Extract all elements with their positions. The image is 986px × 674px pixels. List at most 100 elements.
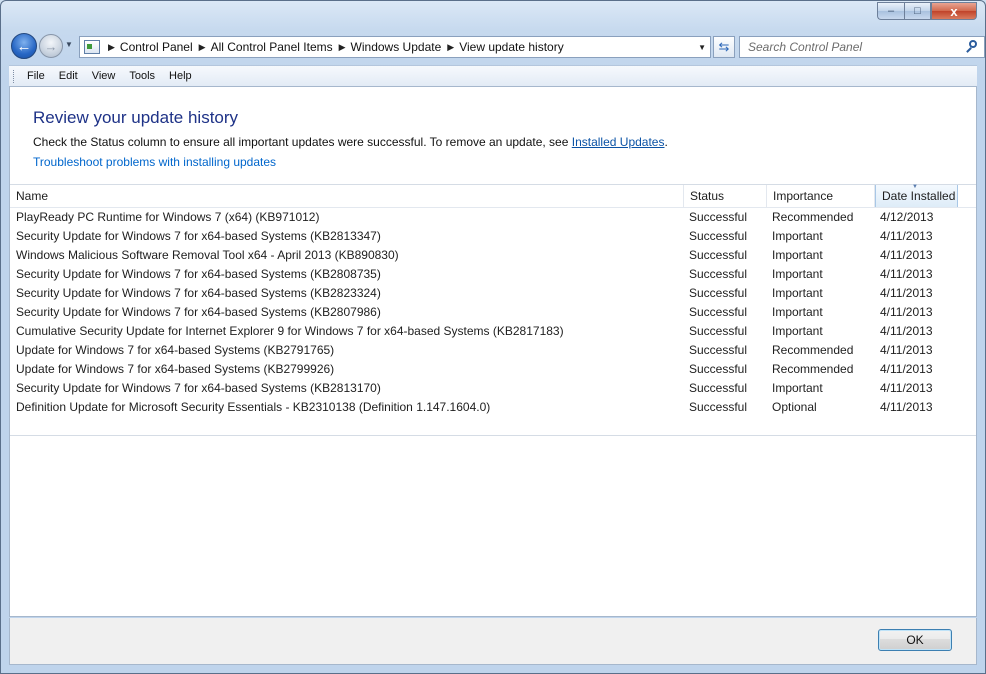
cell-status: Successful <box>689 286 748 300</box>
breadcrumb-all-control-panel-items[interactable]: All Control Panel Items <box>211 40 333 54</box>
list-header: Name Status Importance ▼ Date Installed <box>10 184 976 208</box>
cell-name: Windows Malicious Software Removal Tool … <box>16 248 399 262</box>
cell-name: Update for Windows 7 for x64-based Syste… <box>16 343 335 357</box>
cell-date: 4/11/2013 <box>880 286 933 300</box>
search-box <box>739 36 985 58</box>
breadcrumb-control-panel[interactable]: Control Panel <box>120 40 193 54</box>
cell-status: Successful <box>689 305 748 319</box>
cell-status: Successful <box>689 248 748 262</box>
cell-status: Successful <box>689 229 748 243</box>
column-header-status[interactable]: Status <box>684 185 767 207</box>
cell-date: 4/11/2013 <box>880 267 933 281</box>
table-row[interactable]: Security Update for Windows 7 for x64-ba… <box>10 284 976 303</box>
table-row[interactable]: Security Update for Windows 7 for x64-ba… <box>10 265 976 284</box>
cell-date: 4/11/2013 <box>880 362 933 376</box>
cell-status: Successful <box>689 210 748 224</box>
page-title: Review your update history <box>33 108 239 127</box>
ok-button[interactable]: OK <box>878 629 952 651</box>
table-row[interactable]: Security Update for Windows 7 for x64-ba… <box>10 303 976 322</box>
content-pane: Review your update history Check the Sta… <box>9 86 977 617</box>
column-header-date-installed[interactable]: ▼ Date Installed <box>875 184 958 207</box>
cell-date: 4/12/2013 <box>880 210 934 224</box>
cell-importance: Important <box>772 324 823 338</box>
cell-status: Successful <box>689 343 748 357</box>
cell-name: Security Update for Windows 7 for x64-ba… <box>16 229 381 243</box>
recent-pages-dropdown[interactable]: ▼ <box>65 40 75 52</box>
menu-file[interactable]: File <box>27 70 45 82</box>
forward-button[interactable]: → <box>39 34 63 58</box>
cell-importance: Important <box>772 286 823 300</box>
cell-name: Cumulative Security Update for Internet … <box>16 324 564 338</box>
table-row[interactable]: Update for Windows 7 for x64-based Syste… <box>10 360 976 379</box>
page-description: Check the Status column to ensure all im… <box>33 135 668 149</box>
arrow-right-icon: → <box>44 38 58 54</box>
cell-name: Definition Update for Microsoft Security… <box>16 400 491 414</box>
cell-date: 4/11/2013 <box>880 343 933 357</box>
arrow-left-icon: ← <box>16 37 32 55</box>
table-row[interactable]: Security Update for Windows 7 for x64-ba… <box>10 227 976 246</box>
description-end: . <box>664 135 668 149</box>
cell-date: 4/11/2013 <box>880 324 933 338</box>
refresh-icon: ⇆ <box>718 39 730 54</box>
cell-importance: Optional <box>772 400 817 414</box>
cell-status: Successful <box>689 324 748 338</box>
breadcrumb-windows-update[interactable]: Windows Update <box>351 40 442 54</box>
close-button[interactable]: x <box>931 2 977 20</box>
cell-importance: Recommended <box>772 210 854 224</box>
cell-name: PlayReady PC Runtime for Windows 7 (x64)… <box>16 210 320 224</box>
cell-status: Successful <box>689 362 748 376</box>
column-header-date-label: Date Installed <box>882 189 956 203</box>
update-history-window: – □ x ← → ▼ ▶ Control Panel ▶ All Contro… <box>0 0 986 674</box>
table-row[interactable]: Cumulative Security Update for Internet … <box>10 322 976 341</box>
cell-importance: Important <box>772 229 823 243</box>
cell-importance: Important <box>772 248 823 262</box>
address-dropdown-icon[interactable]: ▼ <box>698 43 706 52</box>
back-button[interactable]: ← <box>11 33 37 59</box>
cell-importance: Important <box>772 381 823 395</box>
chevron-right-icon[interactable]: ▶ <box>199 42 206 53</box>
cell-date: 4/11/2013 <box>880 305 933 319</box>
search-input[interactable] <box>746 39 950 55</box>
column-header-name[interactable]: Name <box>10 185 684 207</box>
cell-date: 4/11/2013 <box>880 229 933 243</box>
cell-name: Security Update for Windows 7 for x64-ba… <box>16 267 381 281</box>
minimize-button[interactable]: – <box>877 2 904 20</box>
chevron-right-icon[interactable]: ▶ <box>447 42 454 53</box>
update-history-list[interactable]: Name Status Importance ▼ Date Installed … <box>10 184 976 436</box>
search-icon[interactable] <box>965 40 979 54</box>
menu-edit[interactable]: Edit <box>59 70 78 82</box>
cell-status: Successful <box>689 400 748 414</box>
caption-buttons: – □ x <box>877 2 977 20</box>
menu-view[interactable]: View <box>92 70 116 82</box>
cell-date: 4/11/2013 <box>880 381 933 395</box>
cell-date: 4/11/2013 <box>880 400 933 414</box>
installed-updates-link[interactable]: Installed Updates <box>572 135 665 149</box>
cell-status: Successful <box>689 381 748 395</box>
table-row[interactable]: Update for Windows 7 for x64-based Syste… <box>10 341 976 360</box>
table-row[interactable]: Security Update for Windows 7 for x64-ba… <box>10 379 976 398</box>
menu-tools[interactable]: Tools <box>129 70 155 82</box>
cell-name: Update for Windows 7 for x64-based Syste… <box>16 362 335 376</box>
table-row[interactable]: Definition Update for Microsoft Security… <box>10 398 976 417</box>
table-row[interactable]: Windows Malicious Software Removal Tool … <box>10 246 976 265</box>
cell-importance: Recommended <box>772 362 854 376</box>
cell-name: Security Update for Windows 7 for x64-ba… <box>16 381 381 395</box>
menu-help[interactable]: Help <box>169 70 192 82</box>
refresh-button[interactable]: ⇆ <box>713 36 735 58</box>
address-bar[interactable]: ▶ Control Panel ▶ All Control Panel Item… <box>79 36 711 58</box>
breadcrumb-view-update-history[interactable]: View update history <box>459 40 564 54</box>
control-panel-icon <box>84 40 100 54</box>
chevron-right-icon[interactable]: ▶ <box>108 42 115 53</box>
maximize-button[interactable]: □ <box>904 2 931 20</box>
cell-date: 4/11/2013 <box>880 248 933 262</box>
cell-name: Security Update for Windows 7 for x64-ba… <box>16 286 381 300</box>
description-text: Check the Status column to ensure all im… <box>33 135 572 149</box>
dialog-footer <box>9 618 977 665</box>
chevron-right-icon[interactable]: ▶ <box>339 42 346 53</box>
table-row[interactable]: PlayReady PC Runtime for Windows 7 (x64)… <box>10 208 976 227</box>
cell-importance: Important <box>772 267 823 281</box>
menu-bar: File Edit View Tools Help <box>9 65 977 86</box>
troubleshoot-link[interactable]: Troubleshoot problems with installing up… <box>33 155 276 169</box>
column-header-importance[interactable]: Importance <box>767 185 875 207</box>
navigation-bar: ← → ▼ ▶ Control Panel ▶ All Control Pane… <box>9 33 985 60</box>
